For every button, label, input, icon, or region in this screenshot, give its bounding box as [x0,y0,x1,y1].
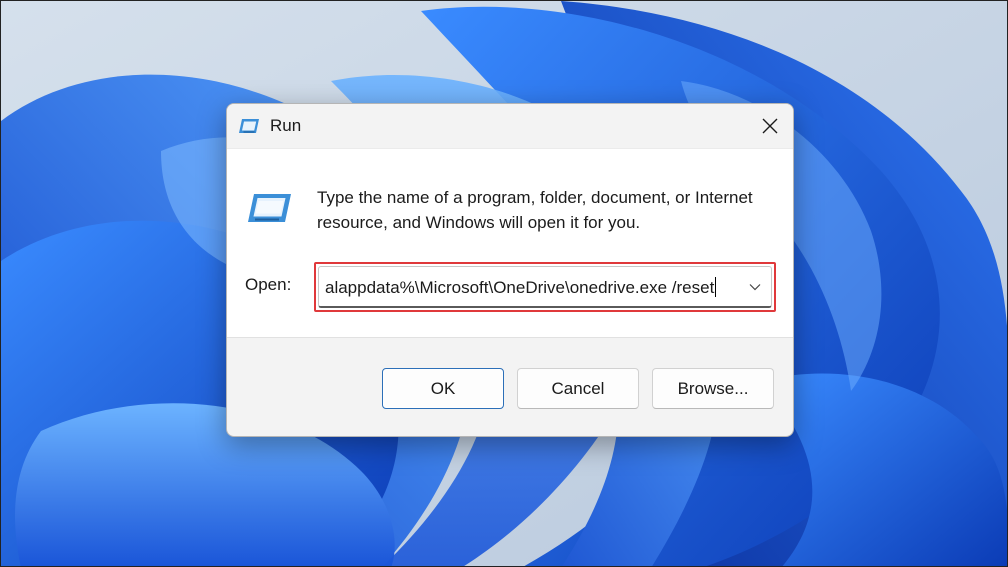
open-combobox[interactable]: alappdata%\Microsoft\OneDrive\onedrive.e… [318,266,772,308]
run-icon [239,119,259,133]
text-cursor [715,277,717,297]
dialog-content: Type the name of a program, folder, docu… [227,148,793,338]
command-value: alappdata%\Microsoft\OneDrive\onedrive.e… [325,278,715,297]
run-icon [248,194,291,222]
window-title: Run [270,116,302,135]
run-dialog: Run Type the name of a program, folder, … [226,103,794,437]
close-button[interactable] [747,104,793,148]
command-input[interactable]: alappdata%\Microsoft\OneDrive\onedrive.e… [325,277,717,298]
chevron-down-icon [749,284,761,291]
cancel-button[interactable]: Cancel [517,368,639,409]
dropdown-button[interactable] [745,277,765,297]
dialog-description: Type the name of a program, folder, docu… [317,188,753,232]
desktop: Run Type the name of a program, folder, … [0,0,1008,567]
title-bar[interactable]: Run [227,104,793,148]
browse-button[interactable]: Browse... [652,368,774,409]
close-icon [762,118,778,134]
ok-button[interactable]: OK [382,368,504,409]
open-label: Open: [245,275,292,294]
